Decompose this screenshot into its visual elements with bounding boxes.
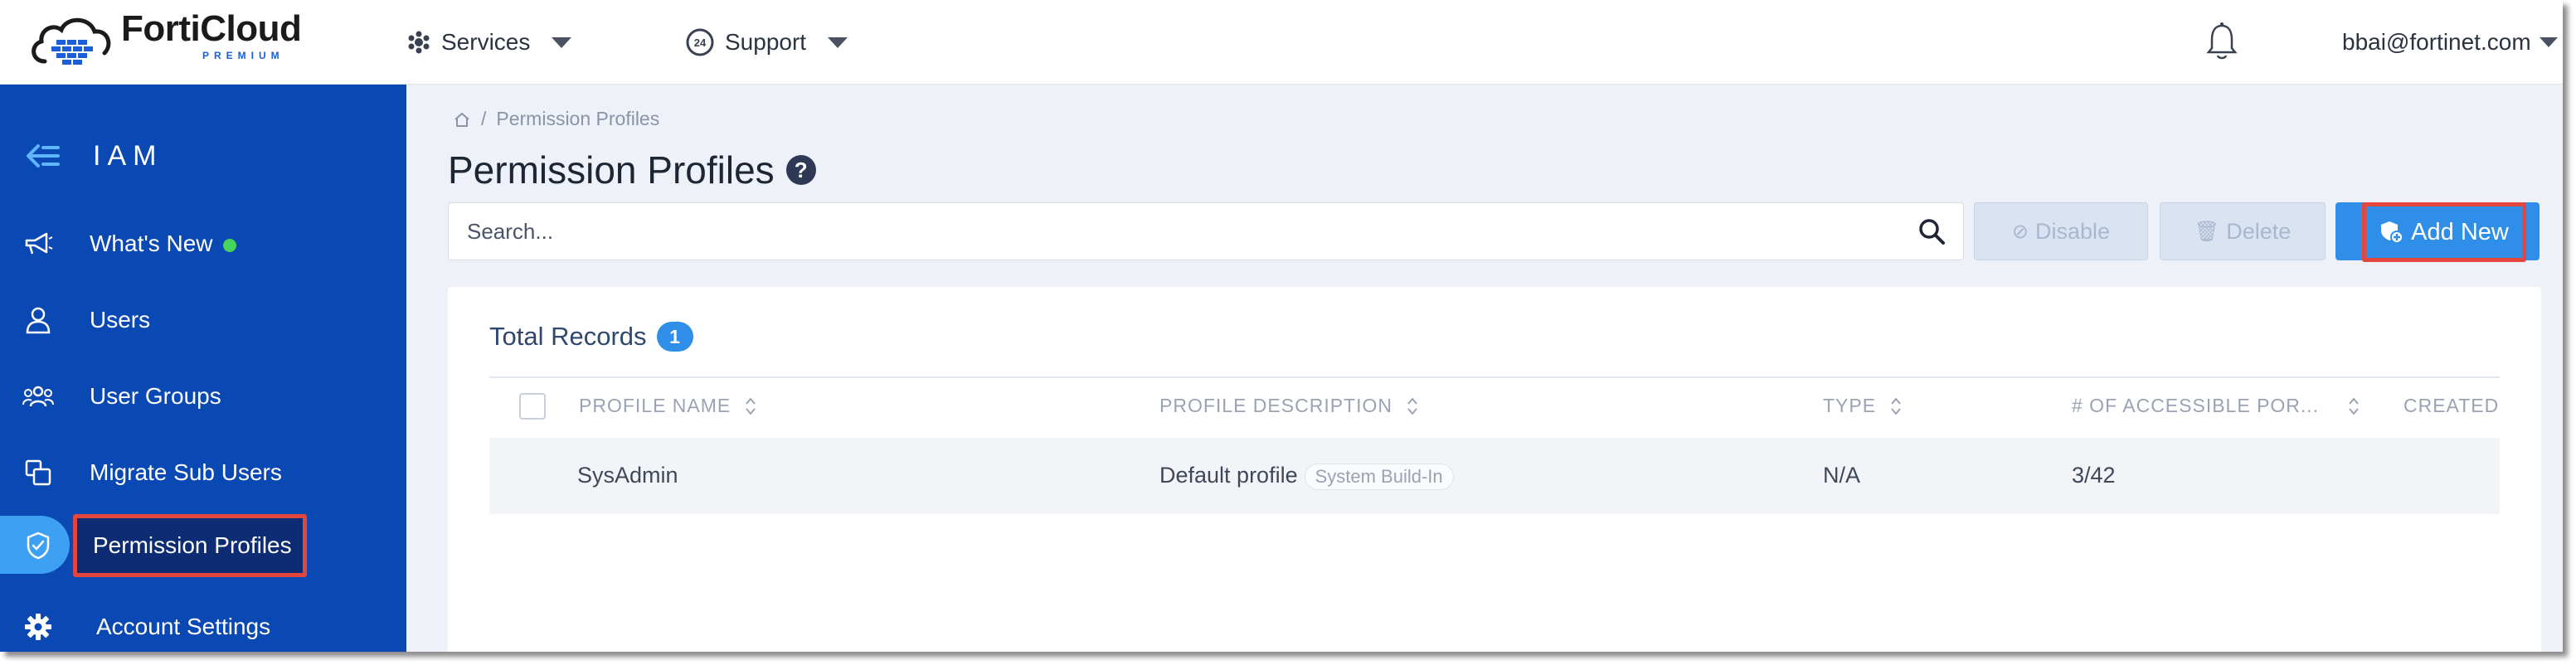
sidebar-item-whats-new[interactable]: What's New (0, 214, 406, 274)
brand-edition: PREMIUM (202, 50, 284, 61)
support-24-icon: 24 (686, 28, 714, 56)
sidebar-item-label: Users (90, 307, 151, 332)
total-records-badge: 1 (656, 322, 693, 352)
breadcrumb-current: Permission Profiles (496, 108, 660, 129)
services-menu[interactable]: Services (406, 20, 572, 65)
sidebar-title: IAM (93, 139, 163, 172)
column-label: CREATED (2403, 395, 2500, 416)
collapse-arrow-icon[interactable] (25, 141, 61, 171)
chevron-down-icon (828, 36, 848, 48)
cell-type: N/A (1823, 463, 1861, 488)
sidebar-header: IAM (25, 133, 163, 179)
svg-text:24: 24 (694, 36, 707, 49)
description-text: Default profile (1159, 463, 1298, 488)
disable-label: Disable (2035, 218, 2111, 244)
total-records-label: Total Records (489, 322, 647, 351)
search-icon[interactable] (1917, 216, 1947, 246)
user-menu[interactable]: bbai@fortinet.com (2342, 20, 2558, 65)
cell-profile-description: Default profile System Build-In (1159, 463, 1454, 490)
sort-icon (1407, 396, 1417, 415)
sidebar-item-migrate-sub-users[interactable]: Migrate Sub Users (0, 443, 406, 502)
help-icon[interactable]: ? (785, 155, 816, 185)
megaphone-icon (22, 227, 55, 260)
services-label: Services (441, 29, 531, 55)
sidebar-item-label: User Groups (90, 383, 221, 409)
breadcrumb-separator: / (481, 108, 487, 129)
cell-accessible-portals: 3/42 (2072, 463, 2116, 488)
delete-button[interactable]: 🗑 Delete (2160, 202, 2326, 260)
services-icon (408, 31, 430, 54)
support-menu[interactable]: 24 Support (685, 20, 848, 65)
brand-name: FortiCloud (121, 8, 302, 49)
column-label: PROFILE DESCRIPTION (1159, 395, 1392, 416)
column-header-created[interactable]: CREATED (2403, 395, 2499, 417)
app-window: FortiCloud PREMIUM Services 24 Support b… (0, 0, 2563, 652)
column-label: TYPE (1823, 395, 1877, 416)
page-title-text: Permission Profiles (448, 148, 775, 192)
system-build-in-tag: System Build-In (1304, 463, 1454, 490)
forticloud-logo-icon[interactable] (28, 12, 114, 68)
trash-icon: 🗑 (2194, 220, 2220, 243)
column-label: PROFILE NAME (579, 395, 731, 416)
column-header-profile-name[interactable]: PROFILE NAME (579, 395, 757, 417)
gear-icon (22, 610, 55, 643)
add-profile-icon (2381, 221, 2404, 244)
sidebar-item-label: Permission Profiles (93, 532, 292, 558)
chevron-down-icon (552, 36, 572, 48)
sidebar-item-label: What's New (90, 231, 236, 257)
column-header-type[interactable]: TYPE (1823, 395, 1903, 417)
add-new-label: Add New (2411, 218, 2509, 245)
column-label: # OF ACCESSIBLE POR... (2072, 395, 2320, 416)
sort-icon (2349, 396, 2359, 415)
new-indicator-dot (222, 238, 236, 252)
support-label: Support (725, 29, 807, 55)
user-groups-icon (22, 380, 55, 413)
top-bar: FortiCloud PREMIUM Services 24 Support b… (0, 0, 2563, 85)
sort-icon (746, 396, 756, 415)
home-icon[interactable] (453, 111, 471, 128)
shield-icon (22, 529, 55, 562)
sidebar-item-label: Account Settings (96, 614, 271, 639)
sidebar-item-label: Migrate Sub Users (90, 459, 282, 485)
search-bar (448, 202, 1964, 260)
bell-icon[interactable] (2204, 22, 2239, 61)
user-email: bbai@fortinet.com (2342, 29, 2531, 55)
breadcrumb: / Permission Profiles (453, 108, 659, 130)
chevron-down-icon (2539, 37, 2558, 47)
add-new-button[interactable]: Add New (2362, 202, 2526, 262)
table-row[interactable]: SysAdmin Default profile System Build-In … (489, 438, 2500, 514)
sidebar: IAM What's New Users User Groups Migrate… (0, 85, 406, 652)
sort-icon (1891, 396, 1901, 415)
page-title: Permission Profiles ? (448, 148, 816, 192)
search-input[interactable] (467, 213, 1877, 250)
select-all-checkbox[interactable] (519, 393, 546, 420)
cell-profile-name[interactable]: SysAdmin (577, 463, 678, 488)
user-icon (22, 303, 55, 337)
sidebar-item-permission-profiles[interactable]: Permission Profiles (0, 516, 406, 575)
disable-icon: ⊘ (2011, 220, 2029, 243)
delete-label: Delete (2226, 218, 2292, 244)
disable-button[interactable]: ⊘ Disable (1974, 202, 2148, 260)
total-records: Total Records 1 (489, 322, 693, 352)
migrate-icon (22, 456, 55, 489)
table-header: PROFILE NAME PROFILE DESCRIPTION TYPE # … (489, 376, 2500, 436)
sidebar-item-users[interactable]: Users (0, 290, 406, 350)
column-header-profile-description[interactable]: PROFILE DESCRIPTION (1159, 395, 1419, 417)
column-header-accessible-portals[interactable]: # OF ACCESSIBLE POR... (2072, 395, 2360, 417)
sidebar-item-user-groups[interactable]: User Groups (0, 366, 406, 426)
records-card: Total Records 1 PROFILE NAME PROFILE DES… (448, 287, 2541, 652)
sidebar-item-account-settings[interactable]: Account Settings (0, 597, 406, 652)
